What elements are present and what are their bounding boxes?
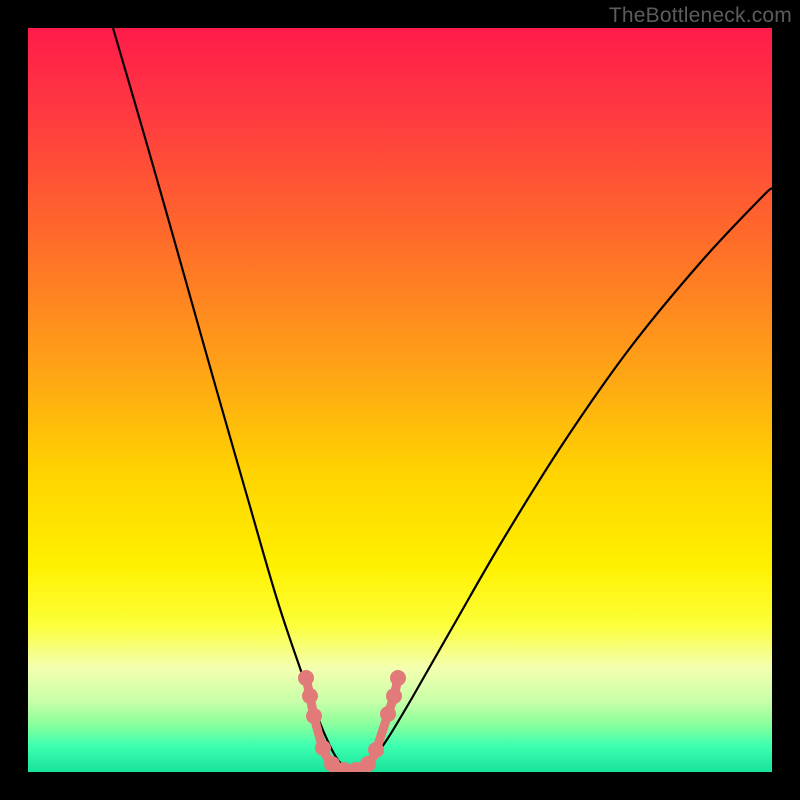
data-marker [306, 708, 322, 724]
data-marker [302, 688, 318, 704]
data-marker [386, 688, 402, 704]
data-marker [360, 756, 376, 772]
data-marker [390, 670, 406, 686]
chart-frame [28, 28, 772, 772]
watermark-text: TheBottleneck.com [609, 4, 792, 28]
data-marker [368, 742, 384, 758]
data-marker [315, 740, 331, 756]
gradient-background [28, 28, 772, 772]
bottleneck-chart [28, 28, 772, 772]
data-marker [298, 670, 314, 686]
data-marker [380, 706, 396, 722]
